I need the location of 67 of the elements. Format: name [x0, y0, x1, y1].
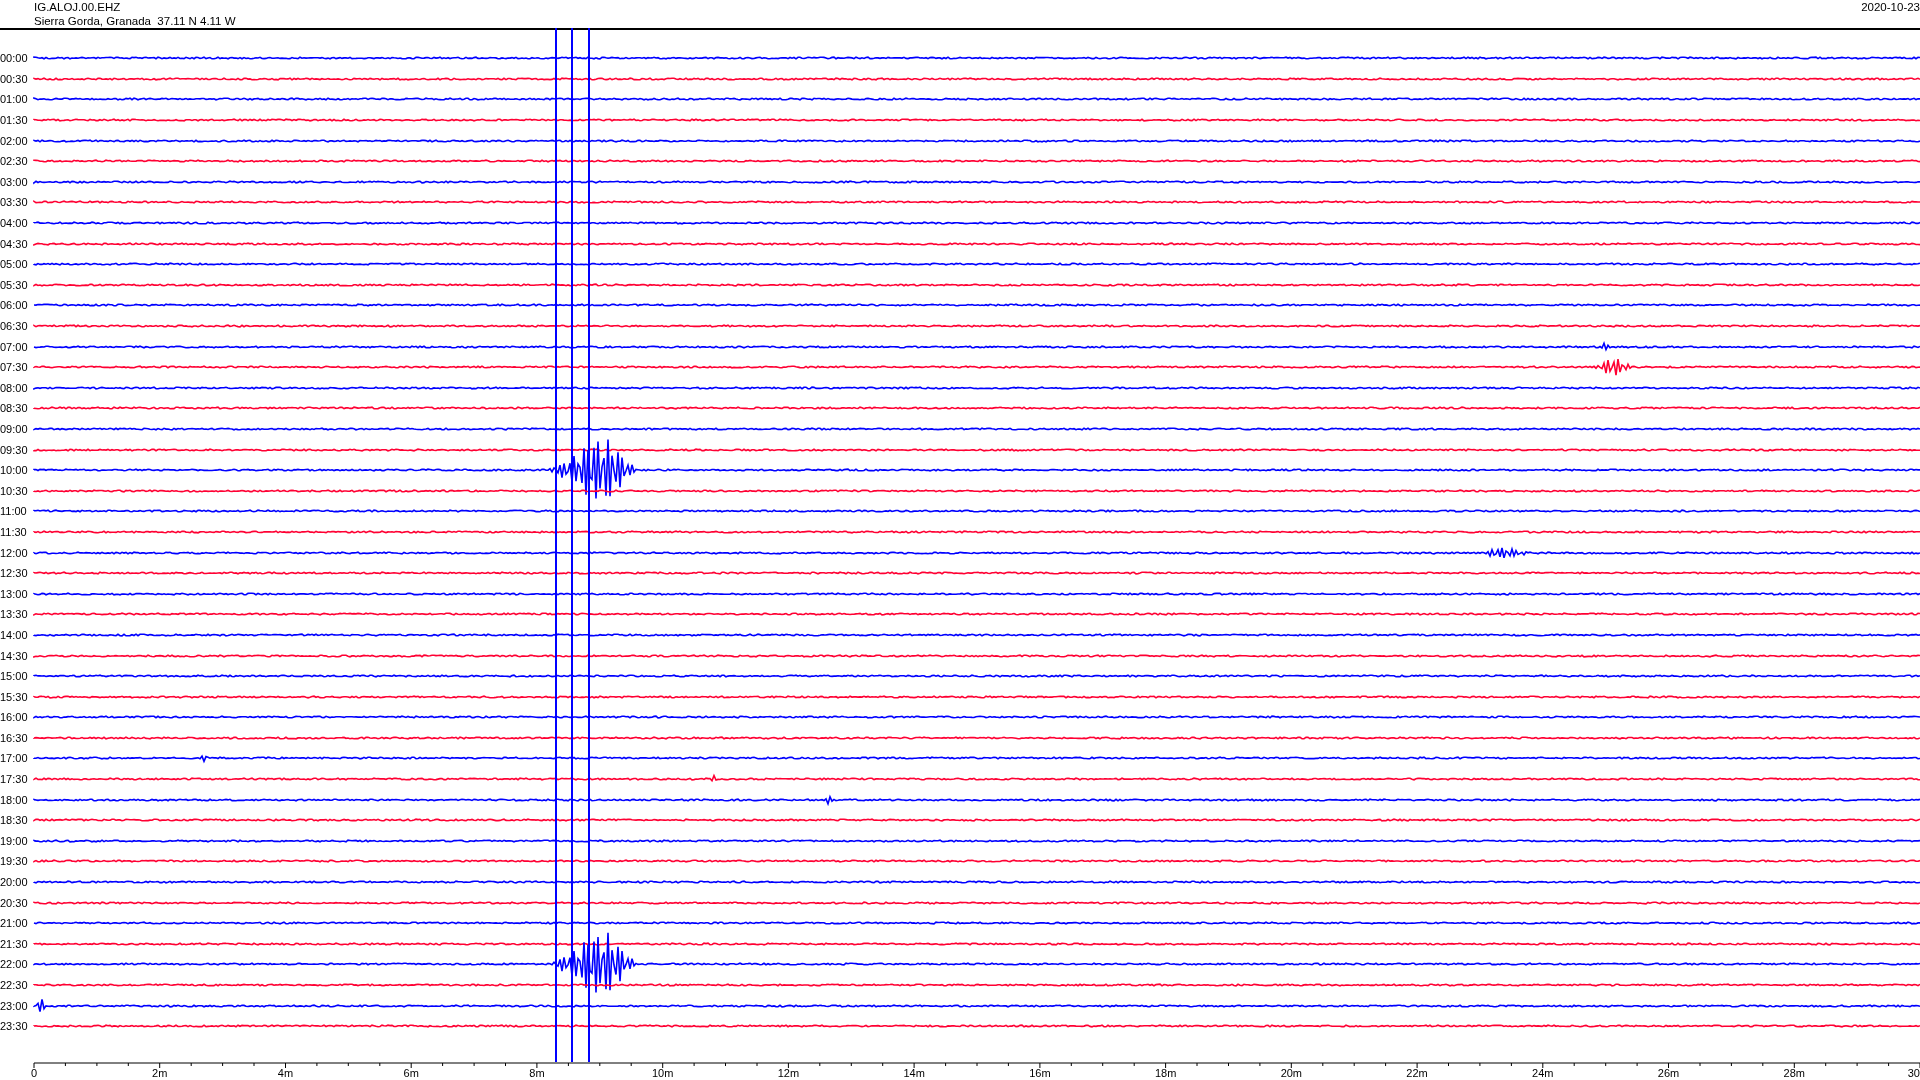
station-location: Sierra Gorda, Granada 37.11 N 4.11 W [34, 14, 236, 28]
hour-label: 15:00 [0, 670, 29, 683]
hour-label: 23:00 [0, 999, 29, 1012]
hour-label: 04:30 [0, 237, 29, 250]
hour-label: 03:00 [0, 175, 29, 188]
hour-label: 19:00 [0, 834, 29, 847]
hour-label: 13:00 [0, 587, 29, 600]
hour-label: 06:00 [0, 299, 29, 312]
hour-label: 07:30 [0, 361, 29, 374]
axis-tick-label: 2m [152, 1066, 168, 1079]
axis-tick-label: 30 [1907, 1066, 1920, 1079]
axis-tick-label: 18m [1154, 1066, 1177, 1079]
hour-label: 01:00 [0, 93, 29, 106]
axis-tick-label: 16m [1029, 1066, 1051, 1079]
hour-label: 14:00 [0, 628, 29, 641]
axis-tick-label: 8m [529, 1066, 545, 1079]
axis-tick-label: 0 [31, 1066, 38, 1079]
hour-label: 08:00 [0, 381, 29, 394]
axis-tick-label: 22m [1406, 1066, 1428, 1079]
axis-tick-label: 4m [277, 1066, 294, 1079]
hour-label: 15:30 [0, 690, 29, 703]
axis-tick-label: 12m [777, 1066, 800, 1079]
hour-label: 17:30 [0, 773, 29, 786]
hour-label: 21:30 [0, 937, 29, 950]
hour-label: 16:30 [0, 731, 29, 744]
hour-label: 05:00 [0, 258, 29, 271]
axis-tick-label: 14m [903, 1066, 925, 1079]
hour-label: 09:30 [0, 443, 29, 456]
hour-label: 18:30 [0, 814, 29, 827]
hour-label: 16:00 [0, 711, 29, 724]
hour-label: 12:00 [0, 546, 29, 559]
hour-label: 07:00 [0, 340, 29, 353]
hour-label: 11:00 [0, 505, 28, 518]
hour-label: 18:00 [0, 793, 29, 806]
axis-tick-label: 6m [403, 1066, 419, 1079]
hour-label: 00:00 [0, 52, 29, 65]
hour-label: 05:30 [0, 278, 29, 291]
axis-tick-label: 20m [1280, 1066, 1303, 1079]
hour-label: 10:00 [0, 464, 29, 477]
hour-label: 08:30 [0, 402, 29, 415]
hour-label: 14:30 [0, 649, 29, 662]
hour-label: 06:30 [0, 320, 29, 332]
hour-label: 01:30 [0, 114, 29, 127]
hour-label: 12:30 [0, 567, 29, 580]
hour-label: 22:30 [0, 979, 29, 991]
hour-label: 10:30 [0, 484, 29, 497]
hour-label: 23:30 [0, 1020, 29, 1033]
hour-label: 19:30 [0, 855, 29, 868]
hour-label: 20:30 [0, 896, 29, 909]
axis-tick-label: 24m [1532, 1066, 1554, 1079]
hour-label: 17:00 [0, 752, 29, 765]
hour-label: 22:00 [0, 958, 29, 971]
hour-label: 03:30 [0, 196, 29, 209]
hour-label: 02:00 [0, 134, 29, 147]
record-date: 2020-10-23 [1861, 0, 1920, 14]
hour-label: 21:00 [0, 917, 29, 930]
hour-label: 04:00 [0, 217, 29, 230]
axis-tick-label: 26m [1657, 1066, 1680, 1079]
hour-label: 13:30 [0, 608, 29, 621]
hour-label: 02:30 [0, 155, 29, 168]
axis-tick-label: 10m [651, 1066, 674, 1079]
hour-label: 20:00 [0, 876, 29, 889]
hour-label: 11:30 [0, 525, 28, 538]
station-code: IG.ALOJ.00.EHZ [34, 0, 121, 14]
hour-label: 00:30 [0, 72, 29, 85]
hour-label: 09:00 [0, 423, 29, 435]
axis-tick-label: 28m [1783, 1066, 1805, 1079]
